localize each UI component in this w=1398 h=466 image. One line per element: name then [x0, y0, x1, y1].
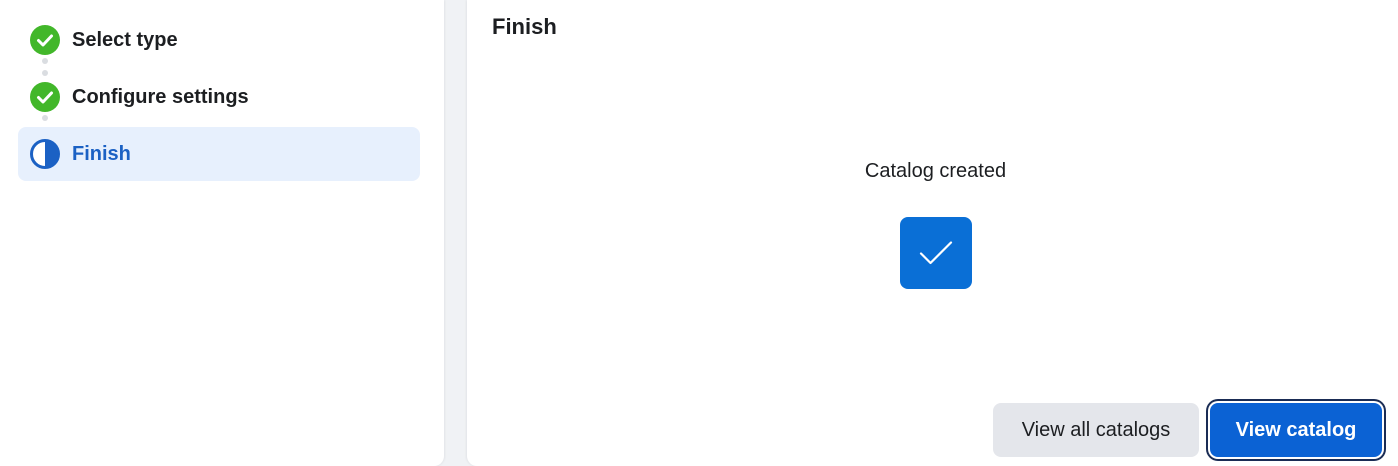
step-label: Configure settings [72, 86, 249, 108]
step-finish[interactable]: Finish [18, 127, 420, 181]
half-circle-icon [30, 139, 60, 169]
panel-title: Finish [492, 14, 557, 39]
step-select-type[interactable]: Select type [18, 13, 420, 67]
finish-panel: Finish Catalog created View all catalogs… [467, 0, 1398, 466]
step-label: Finish [72, 143, 131, 165]
view-all-catalogs-button[interactable]: View all catalogs [993, 403, 1199, 457]
view-catalog-button[interactable]: View catalog [1210, 403, 1382, 457]
check-circle-icon [30, 82, 60, 112]
step-label: Select type [72, 29, 178, 51]
status-message: Catalog created [864, 160, 1007, 182]
checkmark-icon [919, 241, 953, 265]
success-badge [900, 217, 972, 289]
wizard-sidebar: Select type Configure settings Finish [0, 0, 444, 466]
check-circle-icon [30, 25, 60, 55]
step-configure-settings[interactable]: Configure settings [18, 70, 420, 124]
